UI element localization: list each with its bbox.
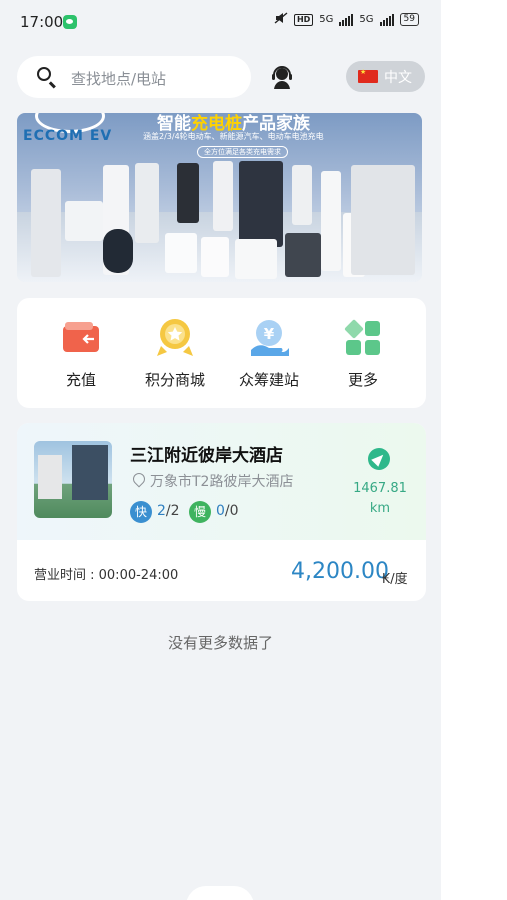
battery-icon: 59 — [399, 13, 419, 26]
menu-item-more[interactable]: 更多 — [323, 316, 403, 390]
hd-badge: HD — [293, 13, 314, 26]
charger-product — [321, 171, 341, 271]
photo-building-left — [38, 455, 62, 499]
navigate-icon[interactable] — [368, 448, 390, 470]
charger-product — [292, 165, 312, 225]
app-screen: 17:00 HD 5G 5G 59 查找地点/电站 中文 — [0, 0, 441, 900]
charger-product — [65, 201, 103, 241]
slow-available: 0 — [216, 503, 225, 519]
station-name: 三江附近彼岸大酒店 — [130, 446, 283, 466]
net-label-2: 5G — [359, 14, 374, 25]
menu-item-points-mall[interactable]: 积分商城 — [135, 316, 215, 390]
distance-unit: km — [369, 501, 391, 516]
menu-label-points-mall: 积分商城 — [144, 371, 205, 389]
right-margin — [441, 0, 507, 900]
status-bar: 17:00 HD 5G 5G 59 — [0, 0, 441, 44]
language-switch[interactable]: 中文 — [346, 61, 425, 92]
medal-icon — [153, 316, 197, 360]
charger-product — [31, 169, 61, 277]
quick-menu: 充值 积分商城 ¥ 众筹建站 更多 — [17, 298, 426, 408]
charger-product — [213, 161, 233, 231]
status-icons: HD 5G 5G 59 — [274, 12, 419, 27]
customer-service-icon[interactable] — [268, 63, 296, 91]
search-input[interactable]: 查找地点/电站 — [17, 56, 251, 98]
station-photo — [34, 441, 112, 518]
promo-banner[interactable]: ECCOM EV 智能充电桩产品家族 涵盖2/3/4轮电动车、新能源汽车、电动车… — [17, 113, 422, 282]
menu-item-crowdfunding[interactable]: ¥ 众筹建站 — [229, 316, 309, 390]
menu-item-recharge[interactable]: 充值 — [41, 316, 121, 390]
charger-product — [201, 237, 229, 277]
charger-product — [235, 239, 277, 279]
distance-value: 1467.81 — [353, 481, 407, 496]
fast-charger-count: 2/2 — [157, 503, 180, 519]
search-icon — [37, 67, 51, 81]
menu-label-crowdfunding: 众筹建站 — [238, 371, 299, 389]
language-label: 中文 — [384, 70, 412, 86]
brand-logo: ECCOM EV — [23, 128, 113, 144]
svg-text:¥: ¥ — [264, 325, 275, 343]
charger-product — [165, 233, 197, 273]
charger-product — [285, 233, 321, 277]
slow-total: /0 — [224, 503, 239, 519]
signal-icon — [339, 13, 354, 26]
charger-product — [103, 229, 133, 273]
charger-product — [135, 163, 159, 243]
mute-icon — [274, 12, 288, 27]
station-distance: 1467.81 km — [349, 479, 411, 519]
menu-label-recharge: 充值 — [65, 371, 96, 389]
no-more-data: 没有更多数据了 — [167, 634, 273, 652]
charger-product — [351, 165, 415, 275]
search-placeholder: 查找地点/电站 — [71, 70, 167, 88]
signal-icon-2 — [379, 13, 394, 26]
charger-product — [177, 163, 199, 223]
grid-icon — [341, 316, 385, 360]
station-price: 4,200.00 — [291, 559, 389, 584]
opening-hours: 营业时间 : 00:00-24:00 — [34, 568, 179, 583]
banner-tagline: 全方位满足各类充电需求 — [197, 146, 288, 158]
slow-charge-badge: 慢 — [189, 501, 211, 523]
price-unit: ₭/度 — [382, 572, 408, 587]
photo-building-right — [72, 445, 108, 500]
bottom-floating-button[interactable] — [186, 886, 254, 900]
wechat-icon — [63, 15, 77, 29]
menu-label-more: 更多 — [347, 371, 378, 389]
charger-product — [239, 161, 283, 247]
fast-charge-badge: 快 — [130, 501, 152, 523]
wallet-icon — [59, 316, 103, 360]
yuan-hand-icon: ¥ — [247, 316, 291, 360]
fast-total: /2 — [165, 503, 180, 519]
net-label-1: 5G — [319, 14, 334, 25]
station-card[interactable]: 三江附近彼岸大酒店 万象市T2路彼岸大酒店 快 2/2 慢 0/0 1467.8… — [17, 423, 426, 601]
status-time: 17:00 — [20, 13, 64, 31]
fast-available: 2 — [157, 503, 166, 519]
slow-charger-count: 0/0 — [216, 503, 239, 519]
station-address: 万象市T2路彼岸大酒店 — [150, 474, 294, 490]
china-flag-icon — [358, 68, 378, 83]
banner-subline: 涵盖2/3/4轮电动车、新能源汽车、电动车电池充电 — [143, 132, 324, 141]
